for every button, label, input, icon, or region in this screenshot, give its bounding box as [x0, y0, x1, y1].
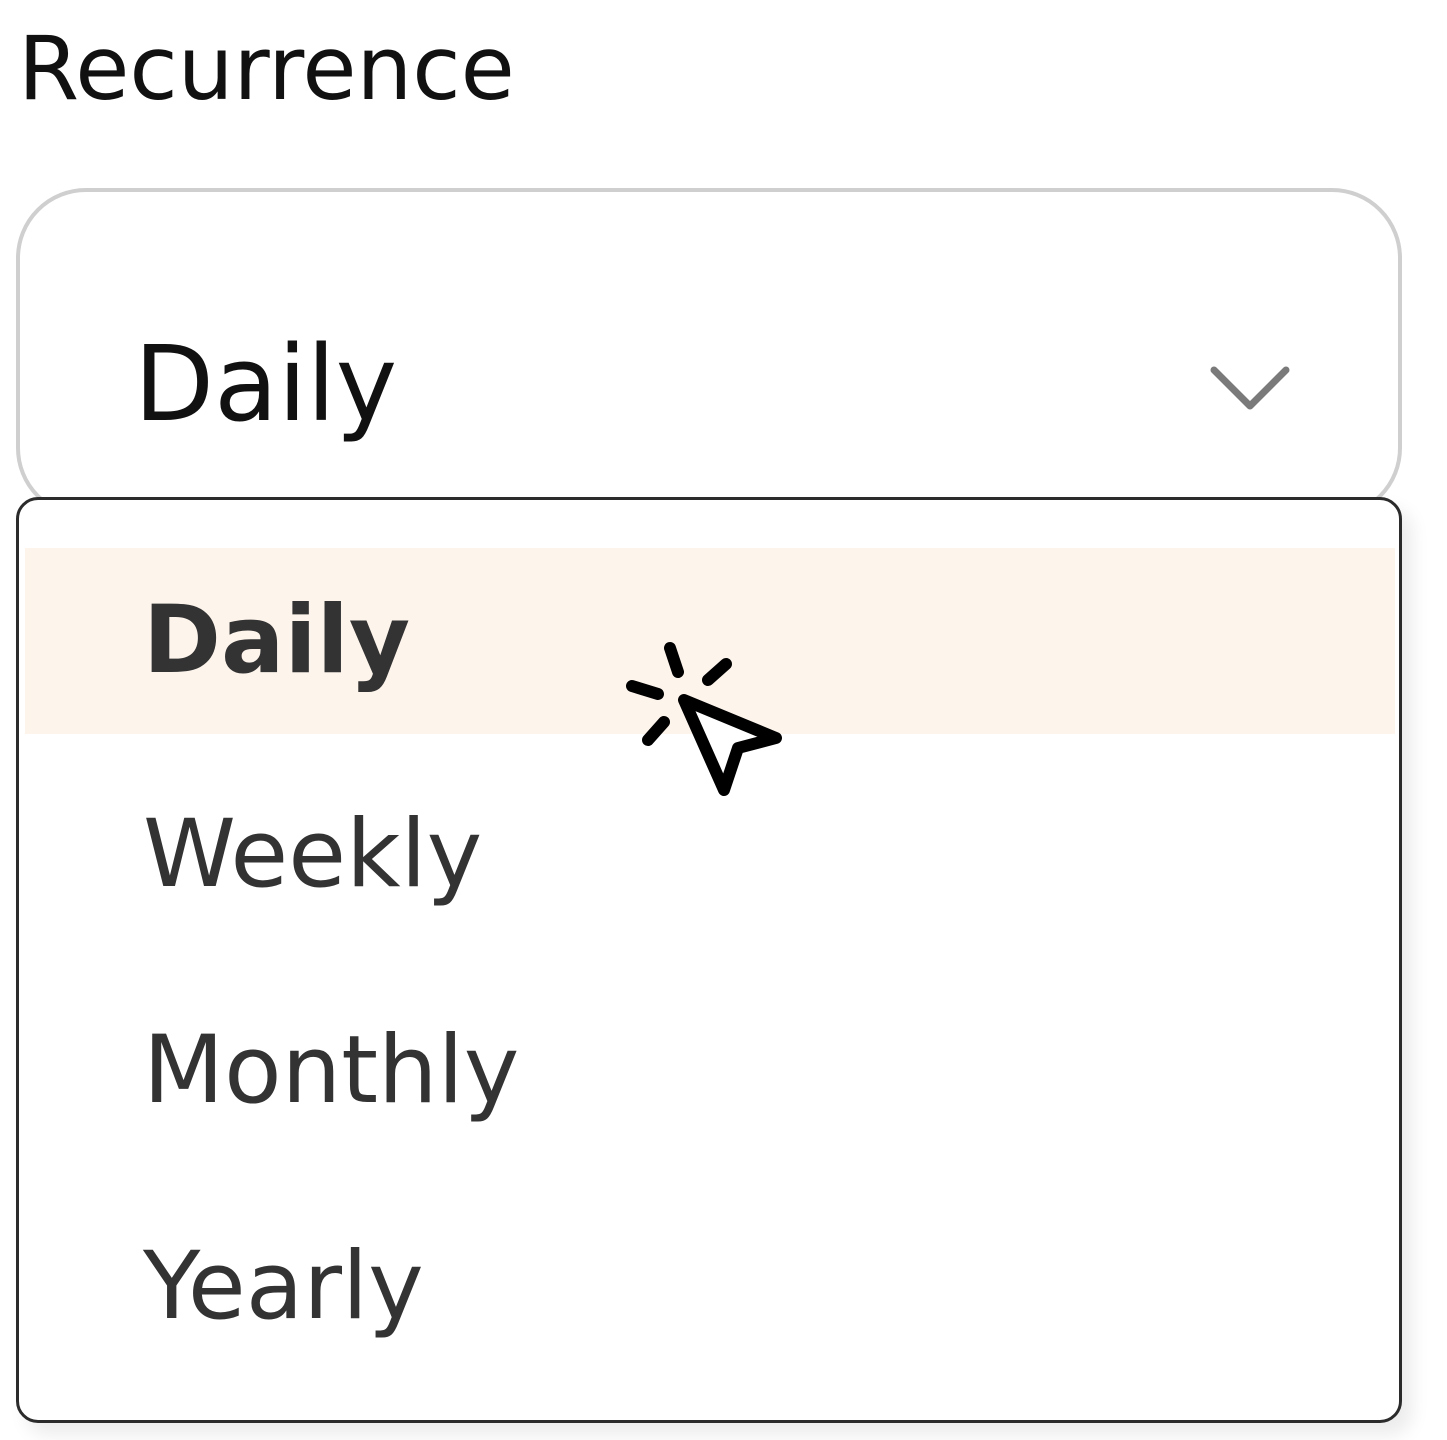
option-label: Monthly — [143, 1016, 520, 1125]
option-label: Daily — [143, 586, 411, 695]
option-label: Yearly — [143, 1232, 424, 1341]
recurrence-select[interactable]: Daily — [16, 188, 1402, 518]
pointer-click-icon — [626, 642, 782, 796]
field-label: Recurrence — [18, 17, 515, 120]
option-label: Weekly — [143, 800, 483, 909]
option-yearly[interactable]: Yearly — [25, 1194, 1395, 1380]
chevron-down-icon — [1210, 366, 1290, 410]
option-monthly[interactable]: Monthly — [25, 978, 1395, 1164]
select-value: Daily — [134, 323, 398, 445]
